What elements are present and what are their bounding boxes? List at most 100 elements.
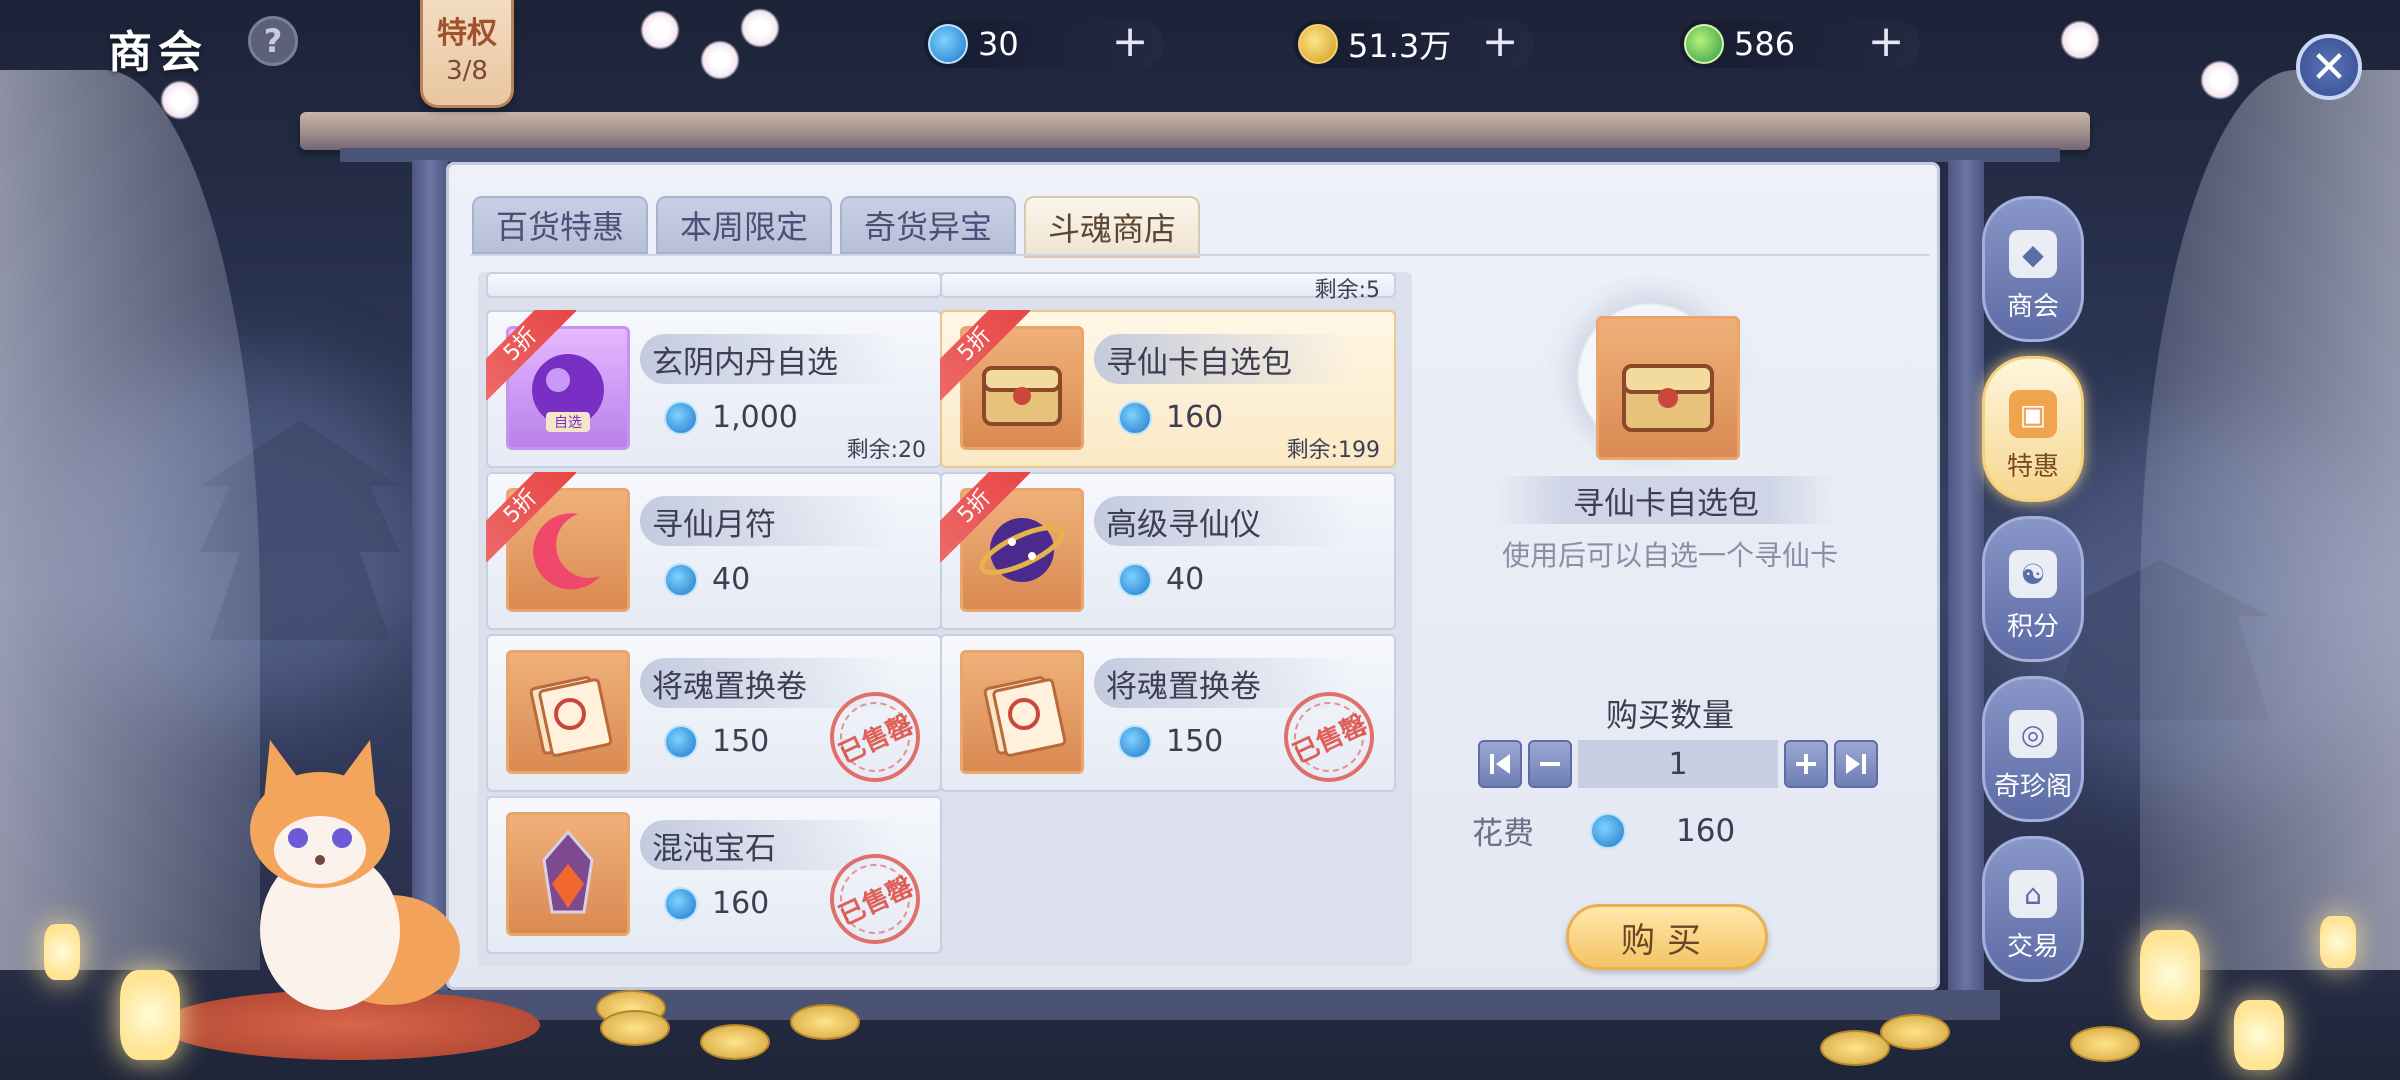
frame-beam-lower bbox=[340, 148, 2060, 162]
sidenav-label: 交易 bbox=[2006, 932, 2059, 962]
list-item[interactable] bbox=[486, 272, 942, 298]
stall-icon: ⌂ bbox=[2009, 870, 2057, 918]
tab-department-deals[interactable]: 百货特惠 bbox=[472, 196, 648, 254]
tab-weekly-limited[interactable]: 本周限定 bbox=[656, 196, 832, 254]
item-grid[interactable]: 剩余:5 自选 5折 玄阴内丹自选 1,000 剩余:20 5折 寻仙卡自选包 … bbox=[478, 272, 1412, 966]
lantern-decoration bbox=[2320, 916, 2356, 968]
cat-icon: ◆ bbox=[2009, 230, 2057, 278]
crystal-gem-icon bbox=[542, 829, 594, 914]
top-bar: 商会 ? 特权 3/8 30 + 51.3万 + 586 + ✕ bbox=[0, 0, 2400, 108]
jade-currency-icon bbox=[664, 724, 698, 759]
item-price: 1,000 bbox=[664, 400, 798, 435]
list-item[interactable]: 5折 高级寻仙仪 40 bbox=[940, 472, 1396, 630]
item-price-value: 160 bbox=[1166, 400, 1224, 435]
discount-label: 5折 bbox=[486, 472, 576, 562]
jade-currency-icon bbox=[1118, 562, 1152, 597]
green-gem-icon bbox=[1684, 24, 1724, 64]
discount-badge: 5折 bbox=[486, 472, 576, 562]
privilege-button[interactable]: 特权 3/8 bbox=[420, 0, 514, 108]
add-jade-button[interactable]: + bbox=[1110, 20, 1150, 64]
add-gem-button[interactable]: + bbox=[1866, 20, 1906, 64]
lantern-decoration bbox=[120, 970, 180, 1060]
sidenav-item-trade[interactable]: ⌂ 交易 bbox=[1982, 836, 2084, 982]
discount-badge: 5折 bbox=[940, 472, 1030, 562]
item-name: 寻仙月符 bbox=[640, 496, 900, 546]
item-remaining: 剩余:199 bbox=[1286, 438, 1380, 463]
scroll-icon bbox=[529, 676, 613, 757]
cost-value: 160 bbox=[1676, 812, 1736, 849]
quantity-max-button[interactable] bbox=[1834, 740, 1878, 788]
item-icon-box bbox=[960, 650, 1084, 774]
discount-badge: 5折 bbox=[940, 310, 1030, 400]
treasure-icon: ◎ bbox=[2009, 710, 2057, 758]
scroll-icon bbox=[983, 676, 1067, 757]
item-price-value: 40 bbox=[712, 562, 751, 597]
coin-decoration bbox=[700, 1024, 770, 1060]
list-item[interactable]: 5折 寻仙卡自选包 160 剩余:199 bbox=[940, 310, 1396, 468]
jade-currency-icon bbox=[928, 24, 968, 64]
list-item[interactable]: 5折 寻仙月符 40 bbox=[486, 472, 942, 630]
quantity-title: 购买数量 bbox=[1605, 696, 1734, 734]
coin-decoration bbox=[1820, 1030, 1890, 1066]
help-button[interactable]: ? bbox=[248, 16, 298, 66]
jade-currency-icon bbox=[664, 400, 698, 435]
side-navigation: ◆ 商会 ▣ 特惠 ☯ 积分 ◎ 奇珍阁 ⌂ 交易 bbox=[1982, 196, 2084, 982]
tab-rare-treasures[interactable]: 奇货异宝 bbox=[840, 196, 1016, 254]
item-price: 40 bbox=[664, 562, 750, 597]
discount-label: 5折 bbox=[486, 310, 576, 400]
item-price-value: 40 bbox=[1166, 562, 1205, 597]
quantity-value[interactable]: 1 bbox=[1578, 740, 1778, 788]
sidenav-item-points[interactable]: ☯ 积分 bbox=[1982, 516, 2084, 662]
sidenav-item-deals[interactable]: ▣ 特惠 bbox=[1982, 356, 2084, 502]
jade-currency-icon bbox=[664, 562, 698, 597]
shop-tabs: 百货特惠 本周限定 奇货异宝 斗魂商店 bbox=[472, 196, 1200, 258]
frame-beam bbox=[300, 112, 2090, 150]
fox-mascot bbox=[250, 740, 460, 1010]
coin-decoration bbox=[1880, 1014, 1950, 1050]
item-price: 150 bbox=[664, 724, 769, 759]
sidenav-label: 特惠 bbox=[2006, 452, 2059, 482]
jade-currency-icon bbox=[1118, 724, 1152, 759]
jade-currency-icon bbox=[664, 886, 698, 921]
gold-coin-icon bbox=[1298, 24, 1338, 64]
buy-button[interactable]: 购买 bbox=[1566, 904, 1768, 970]
plus-icon bbox=[1796, 754, 1816, 774]
tab-divider bbox=[470, 254, 1930, 256]
list-item[interactable]: 将魂置换卷 150 已售罄 bbox=[486, 634, 942, 797]
list-item[interactable]: 将魂置换卷 150 已售罄 bbox=[940, 634, 1396, 797]
resource-jade: 30 + bbox=[924, 20, 1164, 68]
sidenav-label: 积分 bbox=[2006, 612, 2059, 642]
quantity-stepper: 1 bbox=[1478, 740, 1878, 788]
resource-value: 51.3万 bbox=[1348, 27, 1452, 65]
lantern-decoration bbox=[44, 924, 80, 980]
skip-to-min-icon bbox=[1490, 754, 1510, 774]
minus-icon bbox=[1540, 762, 1560, 766]
list-item[interactable]: 混沌宝石 160 已售罄 bbox=[486, 796, 942, 959]
add-gold-button[interactable]: + bbox=[1480, 20, 1520, 64]
resource-value: 30 bbox=[978, 25, 1019, 63]
item-price-value: 150 bbox=[1166, 724, 1224, 759]
gift-icon: ▣ bbox=[2009, 390, 2057, 438]
page-title: 商会 bbox=[108, 27, 208, 78]
quantity-min-button[interactable] bbox=[1478, 740, 1522, 788]
detail-item-name: 寻仙卡自选包 bbox=[1496, 476, 1836, 524]
item-price: 160 bbox=[664, 886, 769, 921]
item-icon-box bbox=[506, 650, 630, 774]
item-price-value: 1,000 bbox=[712, 400, 798, 435]
close-button[interactable]: ✕ bbox=[2296, 34, 2362, 100]
quantity-increase-button[interactable] bbox=[1784, 740, 1828, 788]
list-item[interactable]: 自选 5折 玄阴内丹自选 1,000 剩余:20 bbox=[486, 310, 942, 468]
resource-value: 586 bbox=[1734, 25, 1796, 63]
quantity-decrease-button[interactable] bbox=[1528, 740, 1572, 788]
skip-to-max-icon bbox=[1846, 754, 1866, 774]
sidenav-item-chamber[interactable]: ◆ 商会 bbox=[1982, 196, 2084, 342]
tab-soul-shop[interactable]: 斗魂商店 bbox=[1024, 196, 1200, 258]
sidenav-item-treasure-pavilion[interactable]: ◎ 奇珍阁 bbox=[1982, 676, 2084, 822]
lantern-decoration bbox=[2234, 1000, 2284, 1070]
item-price-value: 160 bbox=[712, 886, 770, 921]
item-price: 150 bbox=[1118, 724, 1223, 759]
total-cost: 花费 160 bbox=[1472, 808, 1735, 853]
yin-yang-icon: ☯ bbox=[2009, 550, 2057, 598]
item-name: 寻仙卡自选包 bbox=[1094, 334, 1354, 384]
list-item[interactable]: 剩余:5 bbox=[940, 272, 1396, 303]
